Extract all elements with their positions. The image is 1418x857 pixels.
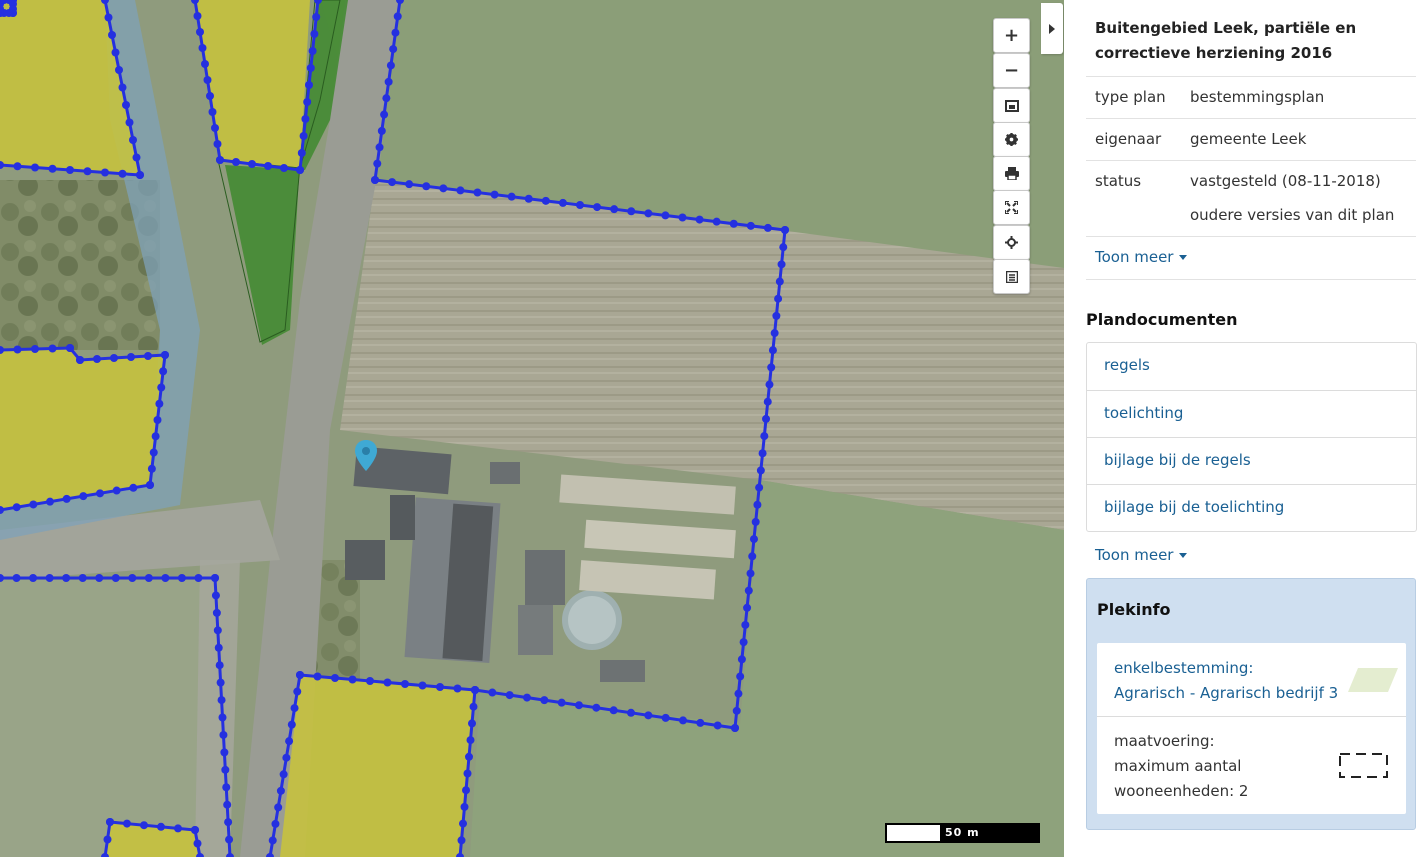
agrarisch-swatch-icon <box>1348 668 1398 692</box>
layers-icon <box>1004 99 1019 112</box>
plan-title: Buitengebied Leek, partiële en correctie… <box>1095 19 1357 62</box>
meta-key: status <box>1095 172 1142 190</box>
collapse-panel-button[interactable] <box>1041 3 1063 54</box>
info-panel: Buitengebied Leek, partiële en correctie… <box>1064 0 1418 857</box>
document-link-regels[interactable]: regels <box>1087 343 1416 390</box>
gear-icon <box>1005 133 1018 146</box>
scale-label: 50 m <box>945 826 980 839</box>
caret-right-icon <box>1049 23 1055 34</box>
meta-key: type plan <box>1095 88 1166 106</box>
toon-meer-label: Toon meer <box>1095 546 1174 564</box>
caret-down-icon <box>1179 255 1188 260</box>
crosshair-icon <box>1005 236 1018 249</box>
plandocumenten-heading: Plandocumenten <box>1086 310 1238 329</box>
print-icon <box>1004 167 1019 180</box>
fullscreen-button[interactable] <box>993 190 1030 225</box>
meta-row-status: status vastgesteld (08-11-2018) oudere v… <box>1086 160 1416 237</box>
settings-button[interactable] <box>993 122 1030 157</box>
layers-button[interactable] <box>993 88 1030 123</box>
meta-value: vastgesteld (08-11-2018) <box>1190 172 1381 190</box>
older-versions-link[interactable]: oudere versies van dit plan <box>1190 206 1394 224</box>
minus-icon: − <box>1003 60 1020 81</box>
plekinfo-item-value: maximum aantal <box>1114 757 1242 775</box>
map-view[interactable]: + − 50 m <box>0 0 1064 857</box>
meta-row-type-plan: type plan bestemmingsplan <box>1086 76 1416 119</box>
document-link-bijlage-toelichting[interactable]: bijlage bij de toelichting <box>1087 484 1416 531</box>
meta-row-eigenaar: eigenaar gemeente Leek <box>1086 118 1416 161</box>
list-icon <box>1005 270 1018 283</box>
document-link-bijlage-regels[interactable]: bijlage bij de regels <box>1087 437 1416 484</box>
toon-meer-documents-button[interactable]: Toon meer <box>1095 546 1188 564</box>
zoom-out-button[interactable]: − <box>993 53 1030 88</box>
plekinfo-item-enkelbestemming[interactable]: enkelbestemming: Agrarisch - Agrarisch b… <box>1097 643 1406 717</box>
toon-meer-button[interactable]: Toon meer <box>1095 248 1188 266</box>
map-canvas[interactable] <box>0 0 1064 857</box>
meta-key: eigenaar <box>1095 130 1162 148</box>
meta-row-toon-meer: Toon meer <box>1086 236 1416 280</box>
document-link-toelichting[interactable]: toelichting <box>1087 390 1416 437</box>
plus-icon: + <box>1003 25 1020 46</box>
document-list: regels toelichting bijlage bij de regels… <box>1086 342 1417 532</box>
zoom-in-button[interactable]: + <box>993 18 1030 53</box>
meta-value: gemeente Leek <box>1190 130 1307 148</box>
plekinfo-item-label: enkelbestemming: <box>1114 659 1254 677</box>
fullscreen-icon <box>1005 201 1018 214</box>
toon-meer-label: Toon meer <box>1095 248 1174 266</box>
plekinfo-box: Plekinfo enkelbestemming: Agrarisch - Ag… <box>1086 578 1416 830</box>
plekinfo-item-maatvoering: maatvoering: maximum aantal wooneenheden… <box>1097 717 1406 814</box>
plekinfo-item-value-2: wooneenheden: 2 <box>1114 782 1249 800</box>
plekinfo-card: enkelbestemming: Agrarisch - Agrarisch b… <box>1097 643 1406 814</box>
meta-value: bestemmingsplan <box>1190 88 1325 106</box>
locate-button[interactable] <box>993 225 1030 260</box>
caret-down-icon <box>1179 553 1188 558</box>
plekinfo-item-value: Agrarisch - Agrarisch bedrijf 3 <box>1114 684 1339 702</box>
legend-button[interactable] <box>993 259 1030 294</box>
plekinfo-heading: Plekinfo <box>1097 600 1171 619</box>
print-button[interactable] <box>993 156 1030 191</box>
maatvoering-symbol-icon <box>1339 753 1388 778</box>
plekinfo-item-label: maatvoering: <box>1114 732 1215 750</box>
